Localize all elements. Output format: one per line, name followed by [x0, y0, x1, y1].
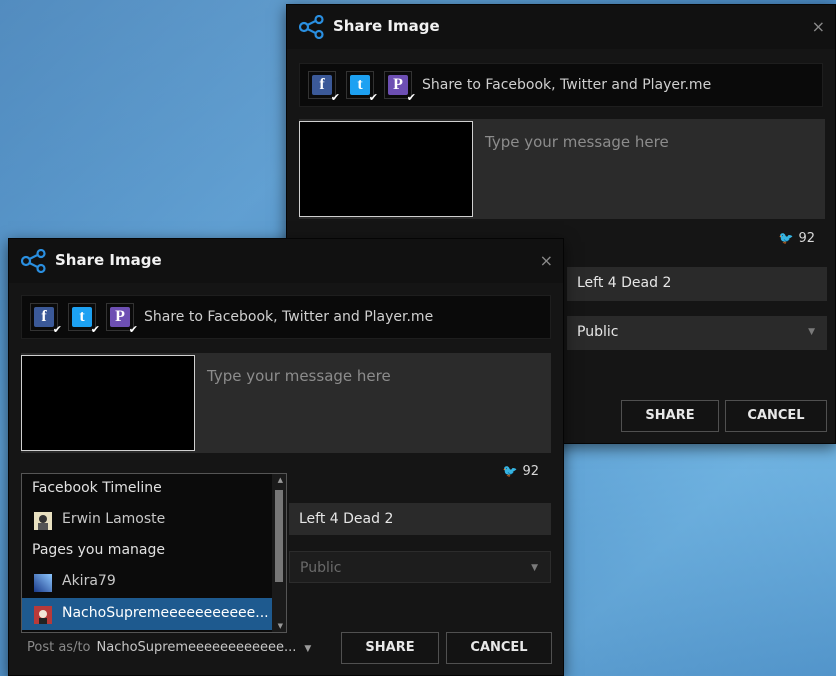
visibility-select[interactable]: Public ▼	[567, 316, 827, 350]
facebook-icon: f	[34, 307, 54, 327]
message-area: Type your message here	[21, 353, 551, 453]
post-as-selector[interactable]: Post as/to NachoSupremeeeeeeeeeeee... ▼	[27, 640, 311, 655]
playerme-icon: P	[110, 307, 130, 327]
close-icon[interactable]: ×	[812, 17, 825, 36]
cancel-button[interactable]: CANCEL	[725, 400, 827, 432]
scrollbar-thumb[interactable]	[275, 490, 283, 582]
message-area: Type your message here	[299, 119, 825, 219]
message-input[interactable]: Type your message here	[485, 133, 669, 151]
share-image-dialog-front: Share Image × f ✔ t ✔ P ✔ Share to Faceb…	[8, 238, 564, 676]
facebook-icon: f	[312, 75, 332, 95]
facebook-toggle[interactable]: f ✔	[308, 71, 340, 104]
scroll-down-icon[interactable]: ▼	[278, 622, 283, 630]
titlebar: Share Image ×	[9, 239, 563, 283]
scrollbar[interactable]: ▲ ▼	[272, 474, 286, 632]
twitter-icon: t	[350, 75, 370, 95]
playerme-toggle[interactable]: P ✔	[384, 71, 416, 104]
check-icon: ✔	[368, 91, 378, 104]
check-icon: ✔	[90, 323, 100, 336]
twitter-bird-icon: 🐦	[778, 231, 794, 245]
share-button[interactable]: SHARE	[621, 400, 719, 432]
share-targets-label: Share to Facebook, Twitter and Player.me	[422, 77, 712, 93]
image-thumbnail	[21, 355, 195, 451]
chevron-down-icon: ▼	[304, 644, 312, 654]
dialog-title: Share Image	[55, 251, 162, 269]
visibility-select[interactable]: Public ▼	[289, 551, 551, 583]
chevron-down-icon: ▼	[808, 327, 815, 337]
cancel-button[interactable]: CANCEL	[446, 632, 552, 664]
post-as-dropdown: Facebook Timeline Erwin Lamoste Pages yo…	[21, 473, 287, 633]
check-icon: ✔	[330, 91, 340, 104]
game-field[interactable]: Left 4 Dead 2	[567, 267, 827, 301]
dropdown-group-label: Pages you manage	[32, 542, 165, 558]
twitter-toggle[interactable]: t ✔	[68, 303, 100, 336]
playerme-icon: P	[388, 75, 408, 95]
dialog-title: Share Image	[333, 17, 440, 35]
image-thumbnail	[299, 121, 473, 217]
share-button[interactable]: SHARE	[341, 632, 439, 664]
background-facet	[560, 440, 836, 676]
avatar	[34, 606, 52, 624]
playerme-toggle[interactable]: P ✔	[106, 303, 138, 336]
close-icon[interactable]: ×	[540, 251, 553, 270]
check-icon: ✔	[406, 91, 416, 104]
message-input[interactable]: Type your message here	[207, 367, 391, 385]
twitter-toggle[interactable]: t ✔	[346, 71, 378, 104]
share-icon	[21, 249, 46, 273]
post-as-label: Post as/to	[27, 640, 91, 655]
dropdown-item[interactable]: Erwin Lamoste	[22, 504, 286, 536]
scroll-up-icon[interactable]: ▲	[278, 476, 283, 484]
character-counter: 🐦 92	[778, 231, 816, 246]
twitter-bird-icon: 🐦	[502, 464, 518, 478]
avatar	[34, 512, 52, 530]
chevron-down-icon: ▼	[531, 563, 538, 573]
share-services-bar: f ✔ t ✔ P ✔ Share to Facebook, Twitter a…	[299, 63, 823, 107]
twitter-icon: t	[72, 307, 92, 327]
dropdown-group-label: Facebook Timeline	[32, 480, 162, 496]
post-as-value: NachoSupremeeeeeeeeeeee...	[96, 640, 297, 655]
dropdown-item-selected[interactable]: NachoSupremeeeeeeeeeee...	[22, 598, 286, 630]
share-targets-label: Share to Facebook, Twitter and Player.me	[144, 309, 434, 325]
game-field[interactable]: Left 4 Dead 2	[289, 503, 551, 535]
share-services-bar: f ✔ t ✔ P ✔ Share to Facebook, Twitter a…	[21, 295, 551, 339]
dropdown-item[interactable]: Akira79	[22, 566, 286, 598]
check-icon: ✔	[52, 323, 62, 336]
facebook-toggle[interactable]: f ✔	[30, 303, 62, 336]
titlebar: Share Image ×	[287, 5, 835, 49]
check-icon: ✔	[128, 323, 138, 336]
avatar	[34, 574, 52, 592]
share-icon	[299, 15, 324, 39]
character-counter: 🐦 92	[502, 464, 540, 479]
